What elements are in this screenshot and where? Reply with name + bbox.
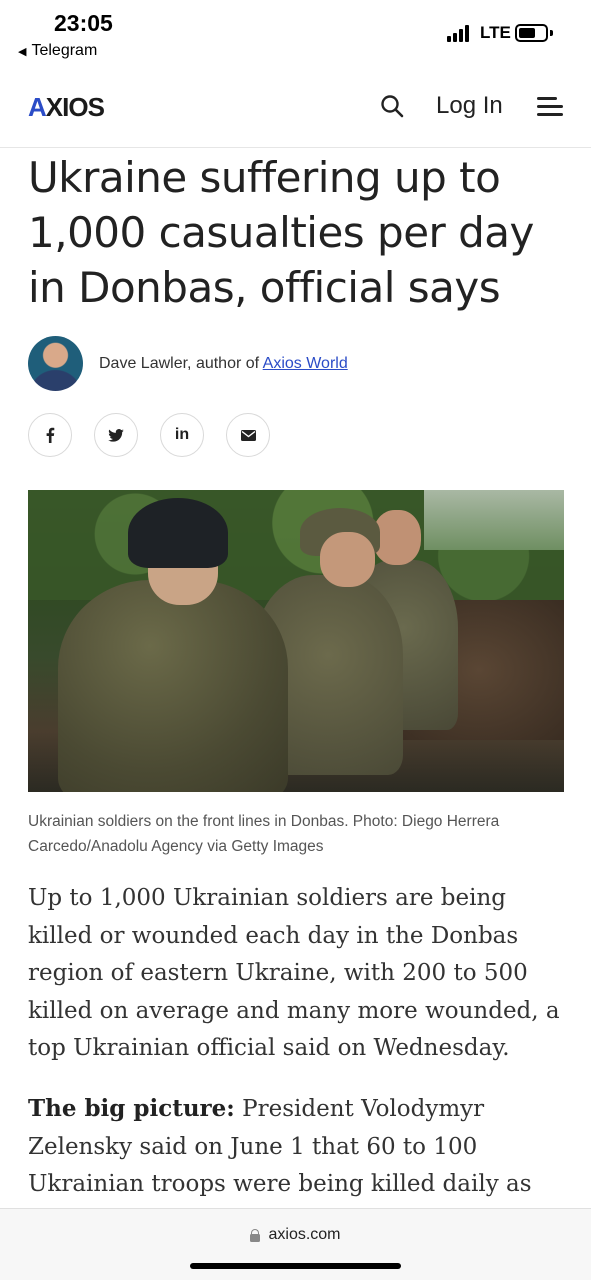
paragraph-lead: The big picture: — [28, 1095, 235, 1122]
photo-caption: Ukrainian soldiers on the front lines in… — [28, 813, 500, 855]
share-buttons: in — [28, 413, 270, 457]
status-time: 23:05 — [54, 10, 113, 36]
linkedin-share-button[interactable]: in — [160, 413, 204, 457]
email-icon — [240, 429, 256, 441]
facebook-share-button[interactable] — [28, 413, 72, 457]
logo-text: XIOS — [45, 92, 105, 122]
twitter-icon — [108, 428, 124, 442]
url-text: axios.com — [268, 1226, 341, 1243]
article-paragraph-1: Up to 1,000 Ukrainian soldiers are being… — [28, 885, 560, 1061]
facebook-icon — [46, 427, 55, 443]
twitter-share-button[interactable] — [94, 413, 138, 457]
back-to-app-link[interactable]: ◀ Telegram — [18, 42, 97, 60]
back-app-label: Telegram — [31, 42, 98, 59]
menu-icon[interactable] — [537, 97, 563, 117]
author-avatar[interactable] — [28, 336, 83, 391]
author-byline: Dave Lawler, author of Axios World — [99, 355, 348, 373]
article-headline: Ukraine suffering up to 1,000 casualties… — [28, 153, 534, 312]
home-indicator[interactable] — [190, 1263, 401, 1269]
network-label: LTE — [480, 23, 511, 42]
author-newsletter-link[interactable]: Axios World — [263, 355, 348, 372]
site-header: AXIOS Log In — [0, 70, 591, 148]
lock-icon — [250, 1228, 261, 1242]
article-paragraph-2: The big picture: President Volodymyr Zel… — [28, 1090, 568, 1204]
url-display[interactable]: axios.com — [0, 1226, 591, 1244]
author-row: Dave Lawler, author of Axios World — [28, 336, 348, 391]
browser-address-bar[interactable]: axios.com — [0, 1208, 591, 1280]
author-prefix: Dave Lawler, author of — [99, 354, 263, 372]
battery-nub — [550, 30, 553, 36]
search-icon[interactable] — [380, 94, 404, 118]
linkedin-icon: in — [174, 426, 190, 443]
login-link[interactable]: Log In — [436, 92, 503, 120]
email-share-button[interactable] — [226, 413, 270, 457]
back-arrow-icon: ◀ — [18, 45, 27, 58]
battery-icon — [515, 24, 548, 42]
status-bar: 23:05 ◀ Telegram LTE — [0, 0, 591, 70]
axios-logo[interactable]: AXIOS — [28, 92, 105, 123]
article-photo — [28, 490, 564, 792]
signal-icon — [447, 24, 469, 42]
